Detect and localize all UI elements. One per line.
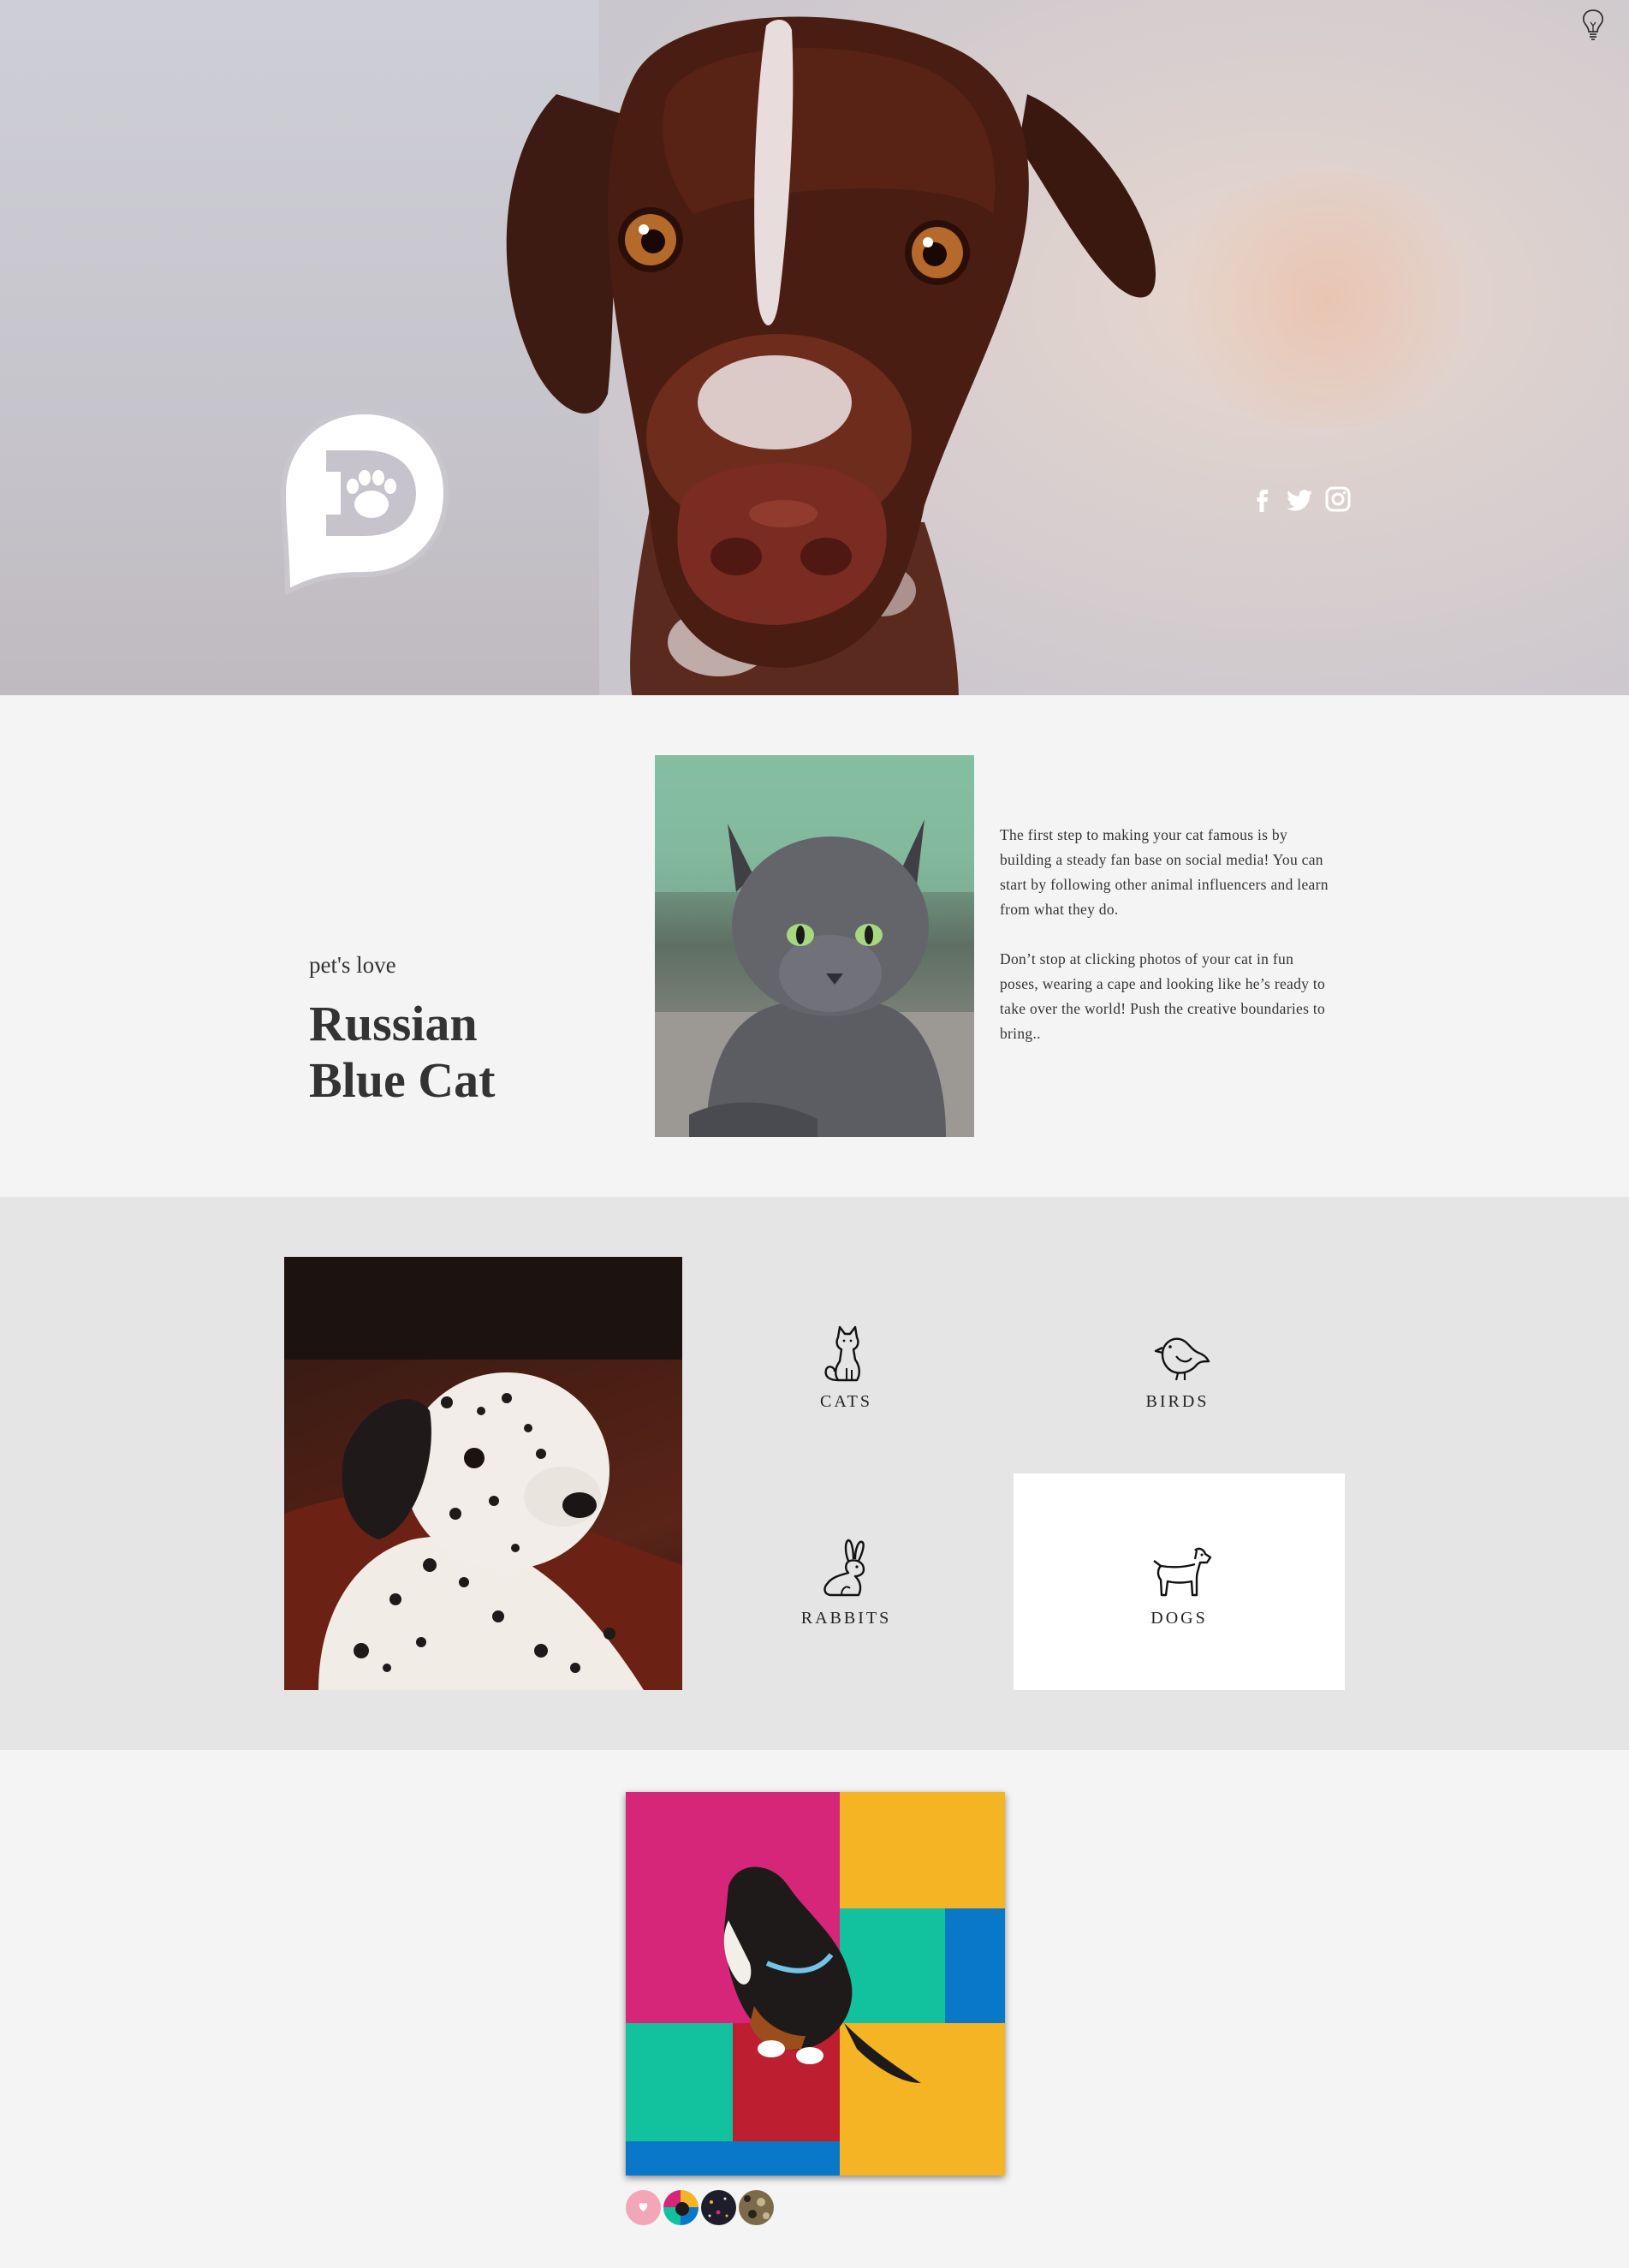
about-text: The first step to making your cat famous… <box>1000 823 1334 1046</box>
thumbnail-4[interactable] <box>739 2190 774 2225</box>
social-links <box>1248 485 1353 514</box>
instagram-icon[interactable] <box>1323 485 1353 514</box>
category-birds[interactable]: BIRDS <box>1012 1257 1343 1473</box>
title-line: Blue Cat <box>309 1052 496 1108</box>
category-label: RABBITS <box>800 1609 892 1628</box>
title-line: Russian <box>309 996 478 1051</box>
paragraph: Don’t stop at clicking photos of your ca… <box>1000 950 1326 1042</box>
category-cats[interactable]: CATS <box>681 1257 1012 1473</box>
dalmatian-image <box>284 1257 682 1690</box>
facebook-icon[interactable] <box>1248 485 1277 514</box>
paragraph: The first step to making your cat famous… <box>1000 826 1329 918</box>
twitter-icon[interactable] <box>1286 485 1315 514</box>
product-thumbnails <box>626 2190 774 2225</box>
hero-background-light <box>1156 171 1498 428</box>
section-kicker: pet's love <box>309 952 396 978</box>
hero-banner <box>0 0 1629 695</box>
thumbnail-3[interactable] <box>701 2190 736 2225</box>
cat-image <box>655 755 974 1137</box>
lightbulb-icon[interactable] <box>1582 9 1604 43</box>
bird-icon <box>1154 1337 1210 1381</box>
rabbit-icon <box>823 1539 865 1597</box>
section-title: Russian Blue Cat <box>309 996 566 1109</box>
category-dogs[interactable]: DOGS <box>1014 1473 1345 1690</box>
category-rabbits[interactable]: RABBITS <box>681 1473 1012 1690</box>
cat-icon <box>823 1325 860 1382</box>
category-label: CATS <box>820 1392 872 1411</box>
product-image[interactable] <box>626 1792 1005 2176</box>
logo[interactable] <box>279 408 450 596</box>
hero-dog-image <box>506 16 1156 695</box>
category-label: DOGS <box>1150 1609 1208 1628</box>
dog-icon <box>1152 1547 1211 1597</box>
thumbnail-2[interactable] <box>663 2190 699 2225</box>
thumbnail-1[interactable] <box>626 2190 661 2225</box>
category-label: BIRDS <box>1145 1392 1210 1411</box>
